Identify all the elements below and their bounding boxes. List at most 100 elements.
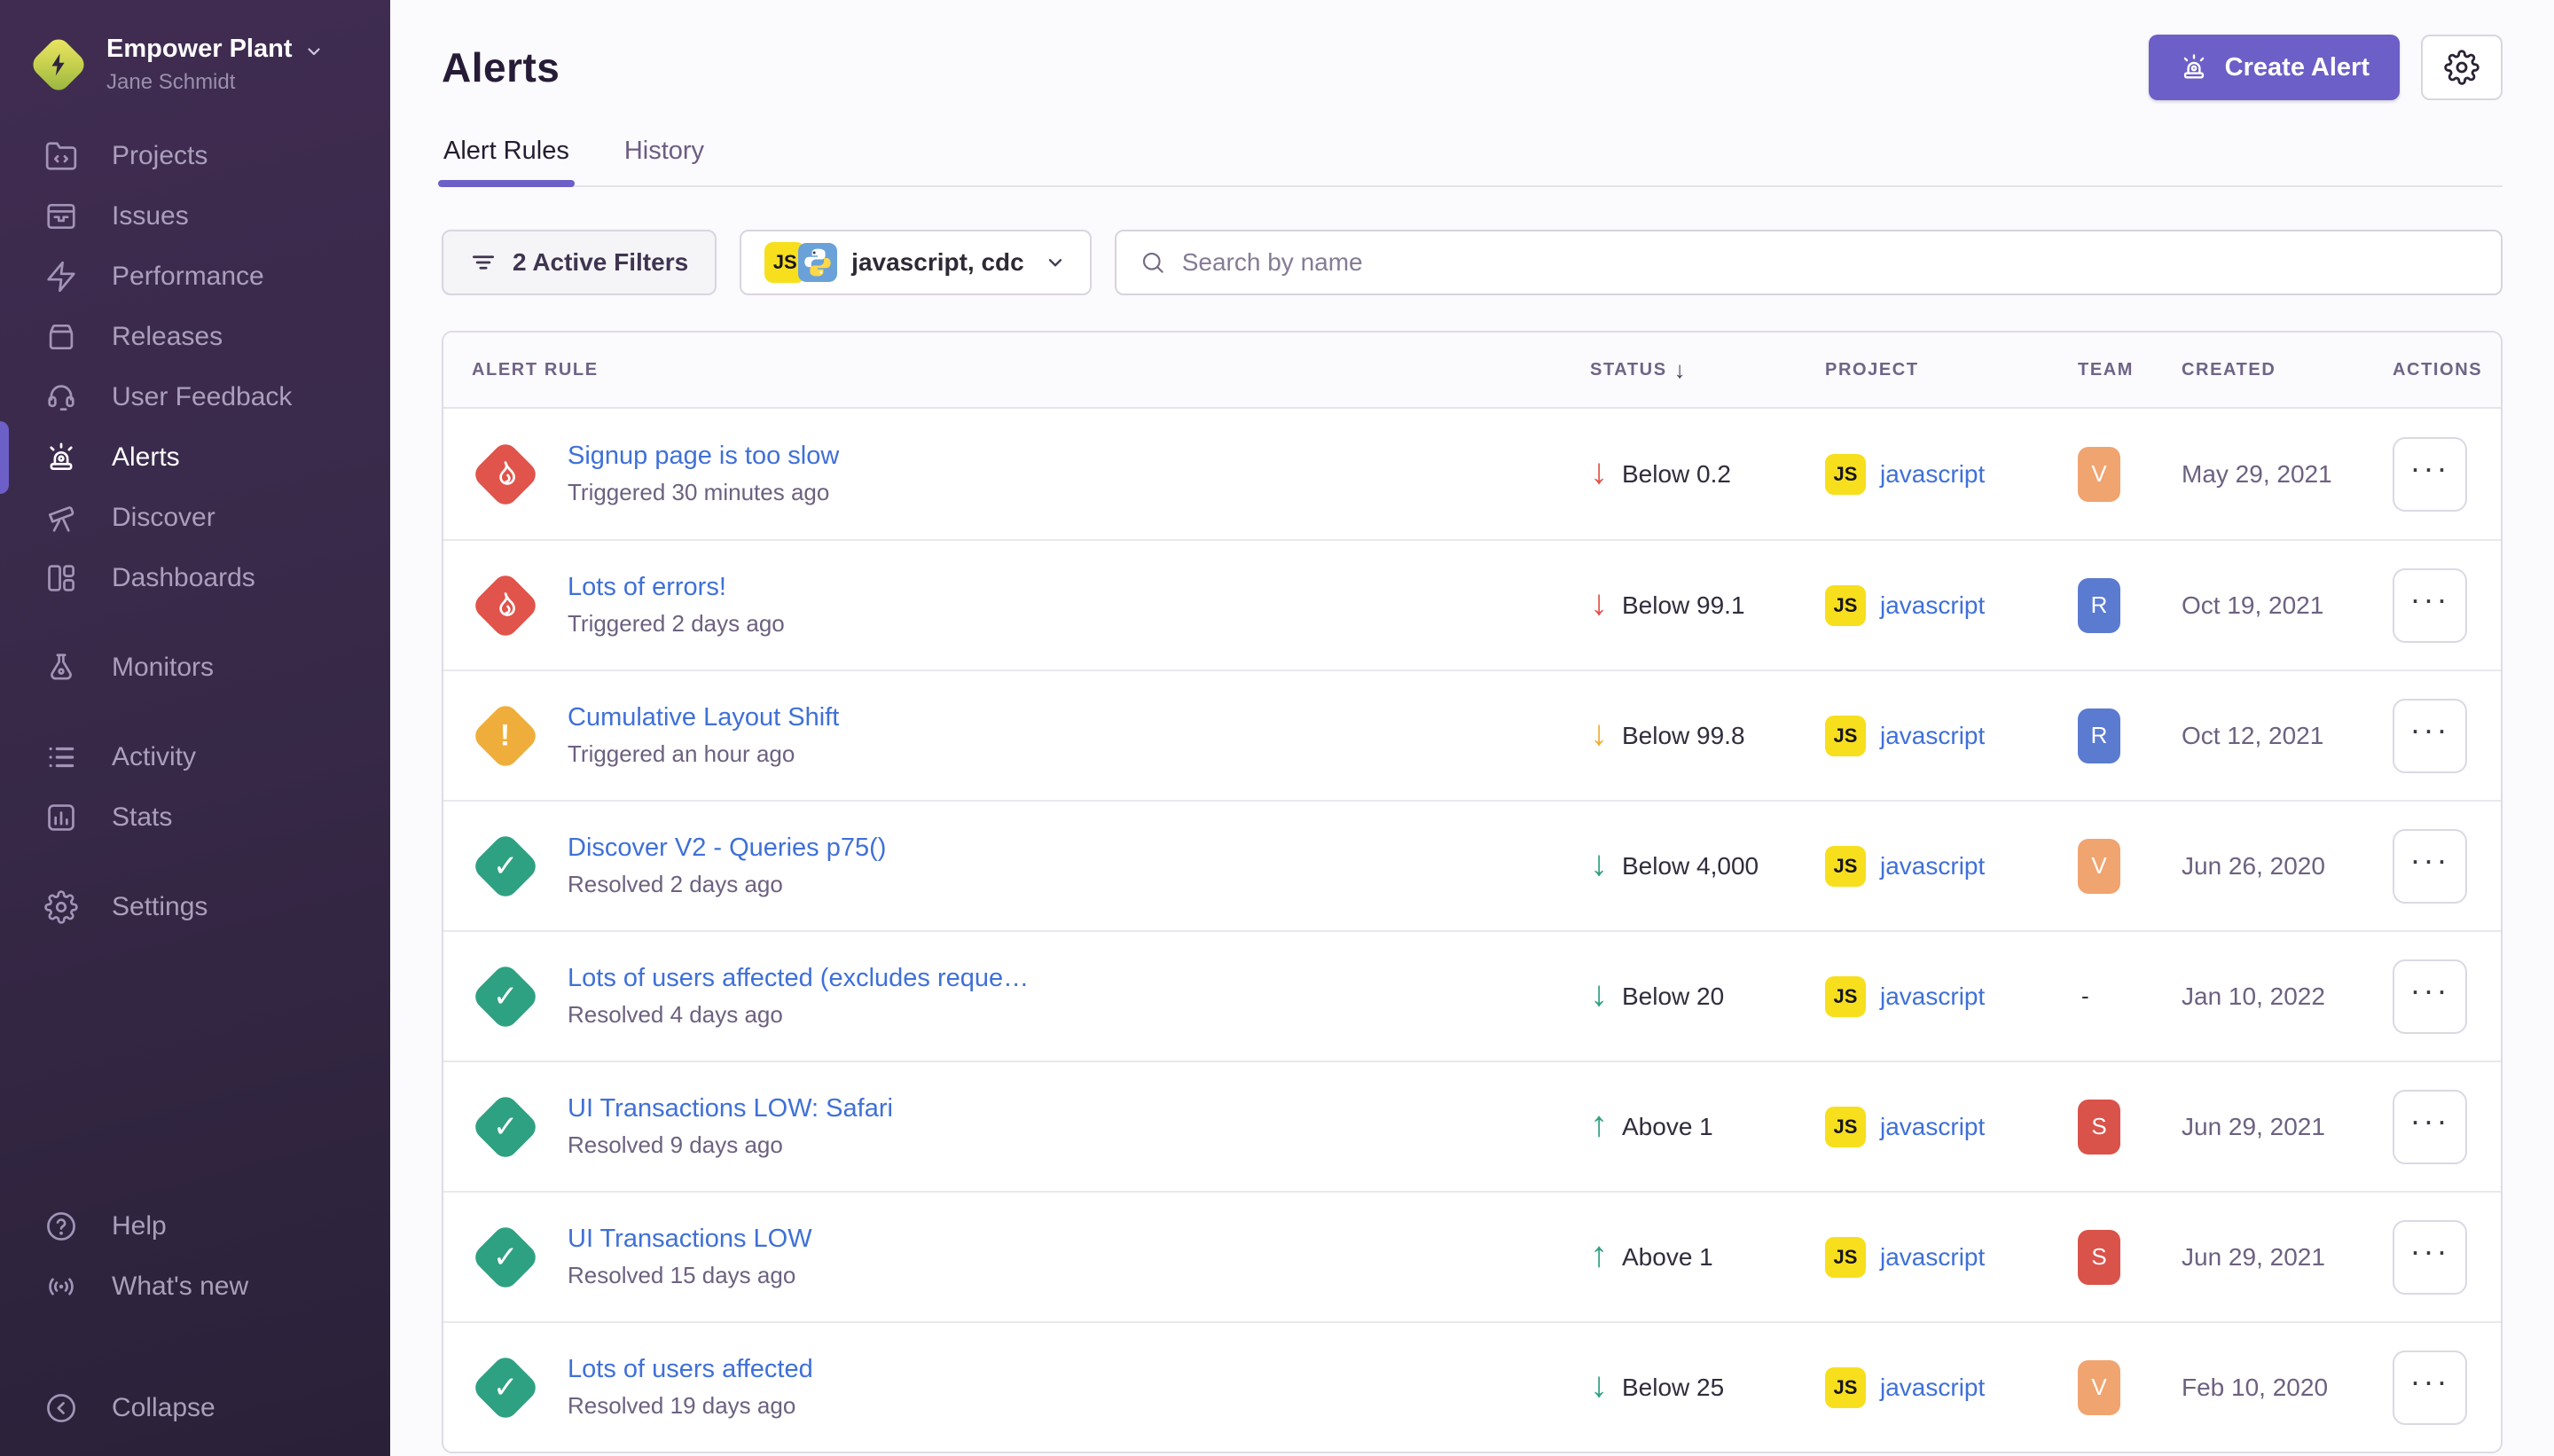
alert-rule-link[interactable]: Lots of users affected: [568, 1355, 813, 1384]
alert-rule-link[interactable]: Lots of errors!: [568, 573, 785, 602]
created-date: Jan 10, 2022: [2182, 982, 2393, 1011]
table-header: Alert Rule Status ↓ Project Team Created…: [443, 333, 2501, 409]
sidebar-item-alerts[interactable]: Alerts: [0, 427, 390, 488]
python-platform-icon: [798, 243, 837, 282]
ellipsis-icon: ···: [2410, 842, 2450, 879]
alert-rule-subtitle: Resolved 2 days ago: [568, 871, 886, 898]
sidebar-item-label: Activity: [112, 742, 196, 772]
sidebar-item-issues[interactable]: Issues: [0, 186, 390, 247]
sort-down-icon: ↓: [1674, 356, 1686, 384]
status-arrow-icon: ↓: [1590, 976, 1608, 1012]
alert-rule-link[interactable]: UI Transactions LOW: Safari: [568, 1094, 893, 1123]
sidebar-collapse-nav: Collapse: [0, 1378, 390, 1438]
project-link[interactable]: javascript: [1880, 1243, 1985, 1272]
sidebar-item-stats[interactable]: Stats: [0, 787, 390, 848]
active-filters-button[interactable]: 2 Active Filters: [442, 230, 717, 295]
sidebar-item-label: Settings: [112, 892, 208, 922]
sidebar-item-activity[interactable]: Activity: [0, 727, 390, 787]
row-actions-button[interactable]: ···: [2393, 568, 2467, 643]
page-title: Alerts: [442, 43, 560, 91]
projects-icon: [43, 139, 80, 173]
status-arrow-icon: ↑: [1590, 1107, 1608, 1142]
monitors-icon: [43, 651, 80, 685]
row-actions-button[interactable]: ···: [2393, 1350, 2467, 1425]
sidebar-item-label: Stats: [112, 802, 172, 833]
sidebar-item-user-feedback[interactable]: User Feedback: [0, 367, 390, 427]
row-actions-button[interactable]: ···: [2393, 437, 2467, 512]
sidebar-item-label: Performance: [112, 262, 264, 292]
sidebar-item-label: Dashboards: [112, 563, 255, 593]
status-value: Below 4,000: [1622, 852, 1759, 881]
alert-rule-link[interactable]: Discover V2 - Queries p75(): [568, 834, 886, 863]
status-arrow-icon: ↓: [1590, 846, 1608, 881]
status-value: Below 99.1: [1622, 591, 1745, 620]
column-header-actions: Actions: [2393, 360, 2501, 380]
sidebar-item-label: Monitors: [112, 653, 214, 683]
team-badge: S: [2078, 1100, 2120, 1155]
help-icon: [43, 1209, 80, 1243]
project-link[interactable]: javascript: [1880, 591, 1985, 620]
tab-alert-rules[interactable]: Alert Rules: [442, 137, 571, 185]
team-badge: V: [2078, 839, 2120, 894]
project-link[interactable]: javascript: [1880, 1113, 1985, 1141]
ellipsis-icon: ···: [2410, 581, 2450, 618]
org-name: Empower Plant: [106, 35, 293, 64]
fire-severity-icon: [470, 439, 541, 510]
js-platform-icon: JS: [1825, 1237, 1866, 1278]
alert-rule-subtitle: Resolved 4 days ago: [568, 1001, 1029, 1029]
js-platform-icon: JS: [1825, 1367, 1866, 1408]
sidebar-item-monitors[interactable]: Monitors: [0, 638, 390, 698]
sidebar-item-projects[interactable]: Projects: [0, 126, 390, 186]
check-severity-icon: ✓: [470, 1092, 541, 1162]
sidebar-item-collapse[interactable]: Collapse: [0, 1378, 390, 1438]
sidebar-item-label: Projects: [112, 141, 208, 171]
performance-icon: [43, 260, 80, 294]
row-actions-button[interactable]: ···: [2393, 959, 2467, 1034]
search-icon: [1140, 249, 1166, 276]
alert-rule-link[interactable]: UI Transactions LOW: [568, 1225, 812, 1254]
alert-rule-link[interactable]: Cumulative Layout Shift: [568, 703, 839, 732]
search-input[interactable]: [1182, 248, 2478, 277]
alert-rule-subtitle: Resolved 15 days ago: [568, 1262, 812, 1289]
row-actions-button[interactable]: ···: [2393, 829, 2467, 904]
project-link[interactable]: javascript: [1880, 1374, 1985, 1402]
js-platform-icon: JS: [1825, 846, 1866, 887]
column-header-status[interactable]: Status ↓: [1590, 356, 1825, 384]
alert-rules-table: Alert Rule Status ↓ Project Team Created…: [442, 331, 2503, 1453]
project-link[interactable]: javascript: [1880, 852, 1985, 881]
lightning-bolt-icon: [30, 36, 87, 93]
project-selector[interactable]: JS javascript, cdc: [740, 230, 1092, 295]
project-link[interactable]: javascript: [1880, 722, 1985, 750]
alert-rule-subtitle: Triggered an hour ago: [568, 740, 839, 768]
sidebar-item-releases[interactable]: Releases: [0, 307, 390, 367]
ellipsis-icon: ···: [2410, 711, 2450, 748]
table-row: ✓ Discover V2 - Queries p75() Resolved 2…: [443, 800, 2501, 930]
sidebar-item-what-s-new[interactable]: What's new: [0, 1256, 390, 1317]
row-actions-button[interactable]: ···: [2393, 1090, 2467, 1164]
issues-icon: [43, 200, 80, 233]
table-row: ✓ Lots of users affected (excludes reque…: [443, 930, 2501, 1061]
team-badge: R: [2078, 578, 2120, 633]
sidebar-item-help[interactable]: Help: [0, 1196, 390, 1256]
alerts-settings-button[interactable]: [2421, 35, 2503, 100]
create-alert-button[interactable]: Create Alert: [2149, 35, 2400, 100]
sidebar-item-settings[interactable]: Settings: [0, 877, 390, 937]
created-date: Jun 26, 2020: [2182, 852, 2393, 881]
alert-rule-link[interactable]: Lots of users affected (excludes reque…: [568, 964, 1029, 993]
sidebar-item-discover[interactable]: Discover: [0, 488, 390, 548]
sidebar-item-dashboards[interactable]: Dashboards: [0, 548, 390, 608]
tab-history[interactable]: History: [623, 137, 706, 185]
collapse-icon: [43, 1391, 80, 1425]
js-platform-icon: JS: [1825, 585, 1866, 626]
row-actions-button[interactable]: ···: [2393, 699, 2467, 773]
sidebar-item-performance[interactable]: Performance: [0, 247, 390, 307]
activity-icon: [43, 740, 80, 774]
alert-rule-link[interactable]: Signup page is too slow: [568, 442, 839, 471]
status-arrow-icon: ↓: [1590, 585, 1608, 621]
project-link[interactable]: javascript: [1880, 982, 1985, 1011]
status-arrow-icon: ↓: [1590, 454, 1608, 489]
project-link[interactable]: javascript: [1880, 460, 1985, 489]
org-switcher[interactable]: Empower Plant Jane Schmidt: [0, 35, 390, 94]
row-actions-button[interactable]: ···: [2393, 1220, 2467, 1295]
js-platform-icon: JS: [1825, 454, 1866, 495]
